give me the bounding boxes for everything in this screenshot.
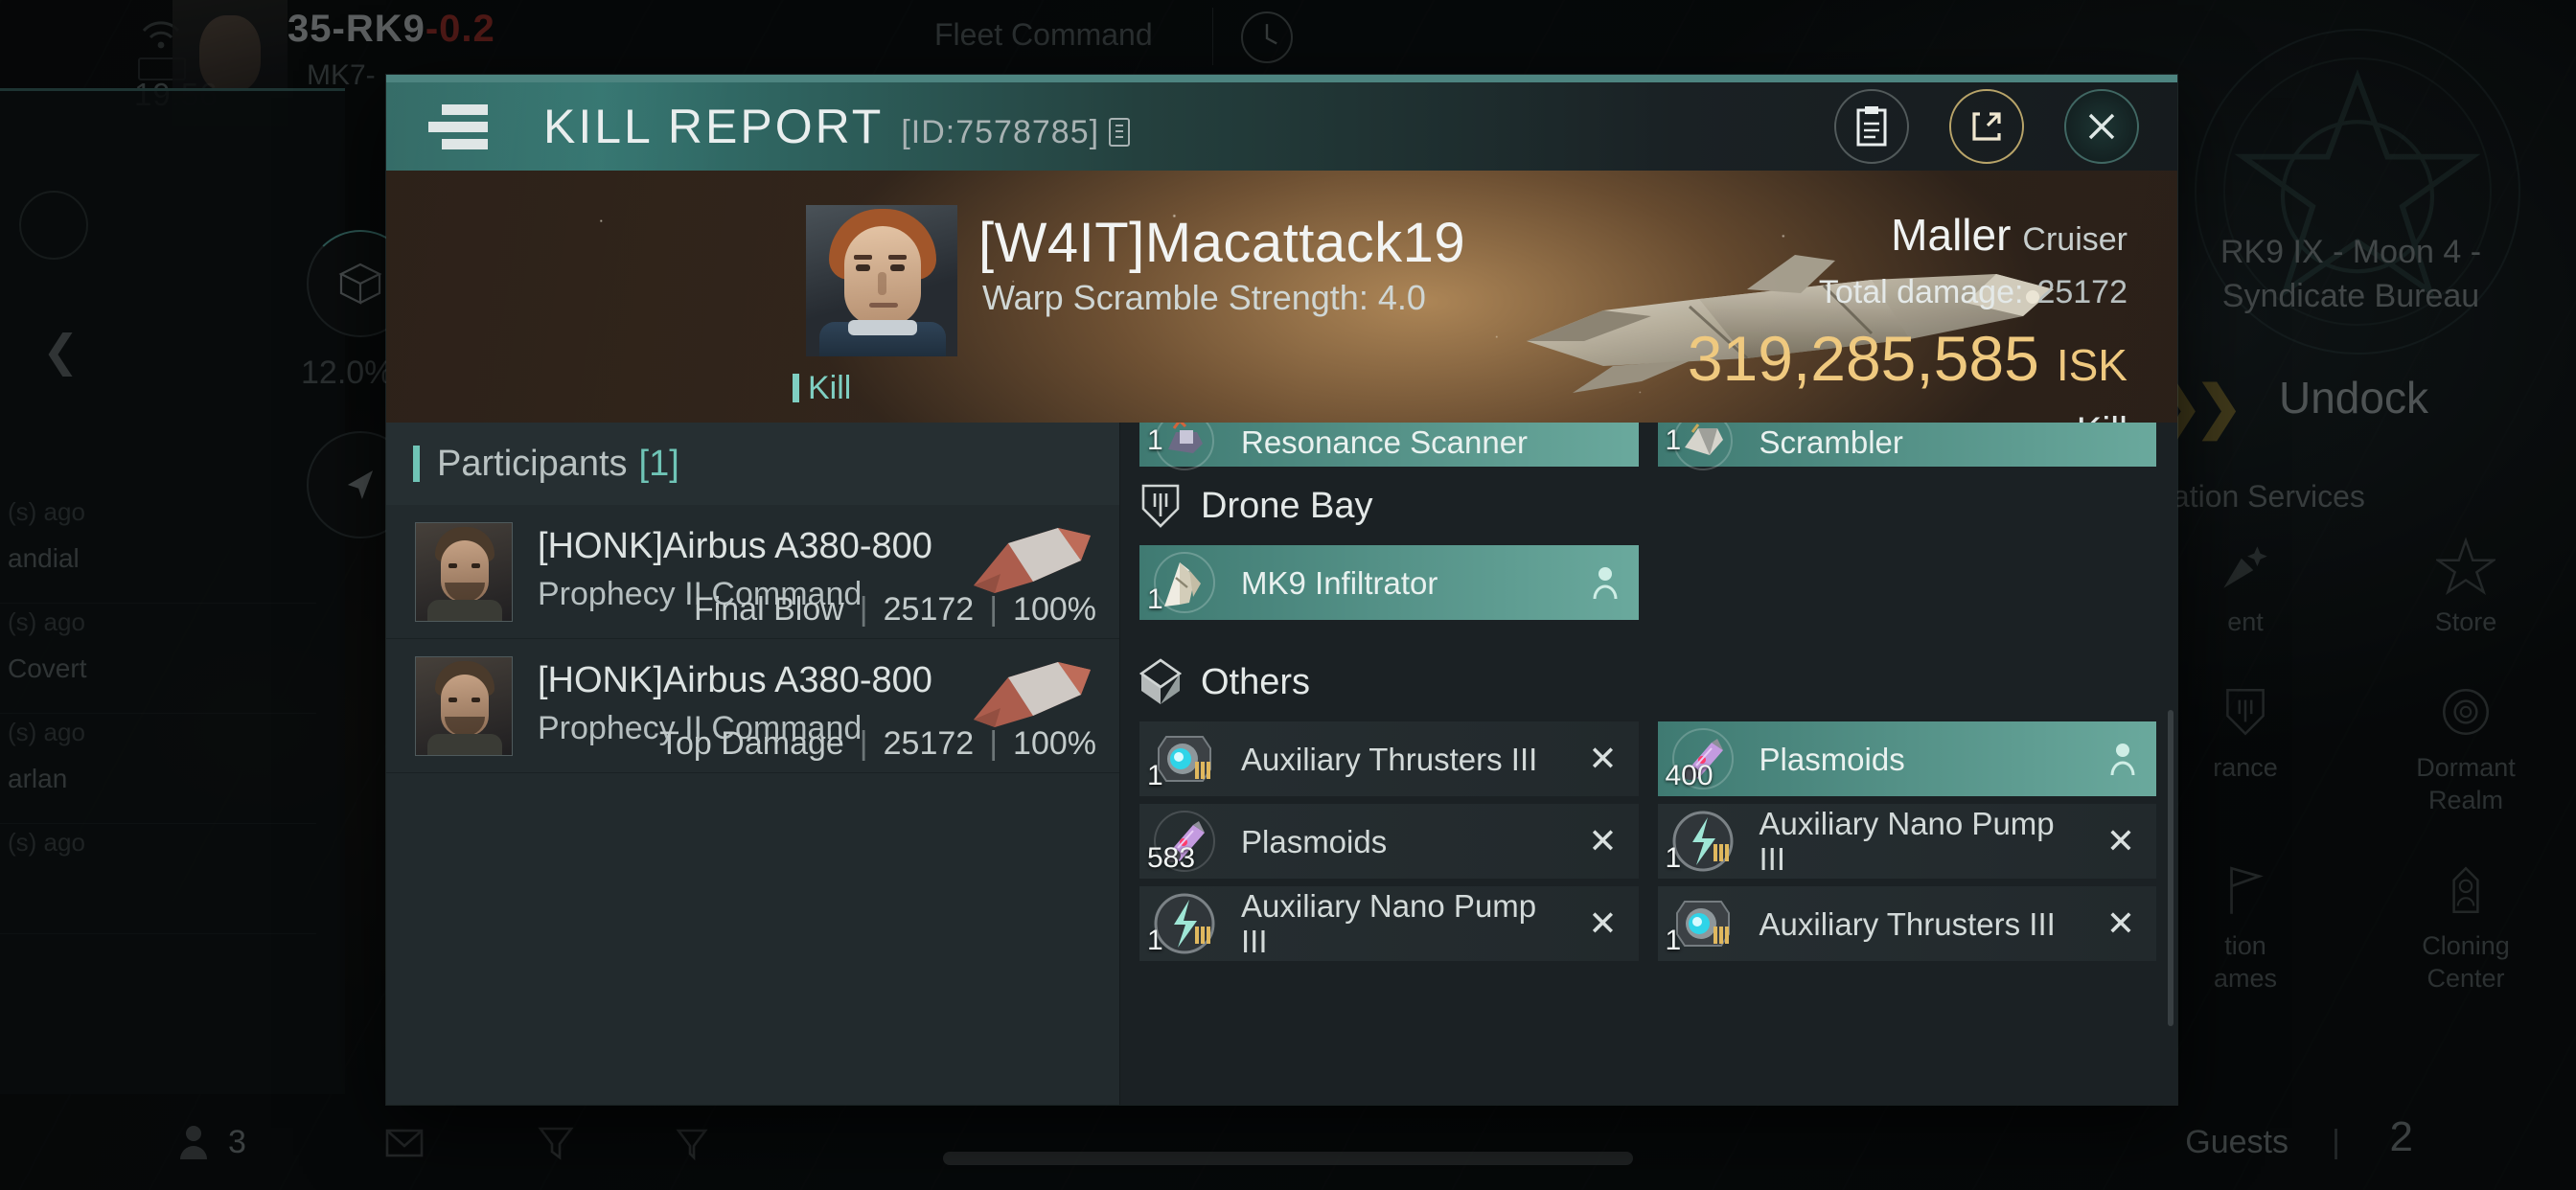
table-row[interactable]: [HONK]Airbus A380-800 Prophecy II Comman… xyxy=(386,505,1119,639)
avatar xyxy=(415,656,513,756)
list-item[interactable]: 400 Plasmoids xyxy=(1657,721,2156,796)
clipboard-button[interactable] xyxy=(1834,89,1909,164)
participant-damage: 25172 xyxy=(883,591,975,628)
remove-icon[interactable]: ✕ xyxy=(2106,904,2135,944)
list-item[interactable]: 583 Plasmoids ✕ xyxy=(1139,804,1639,879)
section-title: Drone Bay xyxy=(1201,485,1373,526)
fitting-top-row: 1 Resonance Scanner 1 Scrambler xyxy=(1120,423,2160,470)
accent-bar xyxy=(413,446,420,482)
section-header-drone-bay: Drone Bay xyxy=(1120,467,2160,545)
copy-icon[interactable] xyxy=(1109,118,1131,147)
participant-damage: 25172 xyxy=(883,725,975,762)
kill-result-label: Kill xyxy=(2077,410,2128,423)
participant-percent: 100% xyxy=(1013,591,1096,628)
remove-icon[interactable]: ✕ xyxy=(1588,904,1617,944)
modal-titlebar: KILL REPORT [ID:7578785] xyxy=(386,82,2177,171)
fitting-scroll-area[interactable]: 1 Resonance Scanner 1 Scrambler Drone Ba… xyxy=(1120,423,2177,1105)
participant-ship-icon xyxy=(974,528,1091,593)
item-quantity: 1 xyxy=(1665,925,1682,956)
drone-bay-icon xyxy=(1141,484,1180,528)
fitting-panel[interactable]: 1 Resonance Scanner 1 Scrambler Drone Ba… xyxy=(1120,423,2177,1105)
others-items: 1 Auxiliary Thrusters III ✕ 400 Plasmoid… xyxy=(1120,721,2160,961)
screen-root: 19:56 35-RK9-0.2 MK7- ❮ (s) agoandial (s… xyxy=(0,0,2576,1190)
remove-icon[interactable]: ✕ xyxy=(1588,821,1617,861)
item-name: Auxiliary Nano Pump III xyxy=(1759,806,2055,877)
list-item[interactable]: 1 Scrambler xyxy=(1657,423,2156,470)
list-item[interactable]: 1 MK9 Infiltrator xyxy=(1139,545,1639,620)
section-title: Others xyxy=(1201,661,1311,702)
item-quantity: 1 xyxy=(1147,584,1163,615)
modal-body: Participants [1] [HONK]Airbus A380-800 P… xyxy=(386,423,2177,1105)
list-item[interactable]: 1 Resonance Scanner xyxy=(1139,423,1639,470)
isk-value: 319,285,585 ISK xyxy=(1687,323,2128,394)
item-quantity: 1 xyxy=(1147,760,1163,791)
item-name: Plasmoids xyxy=(1759,741,1905,777)
person-icon[interactable] xyxy=(1593,566,1618,599)
participant-name: [HONK]Airbus A380-800 xyxy=(538,660,932,700)
ring-decor xyxy=(2064,89,2139,164)
item-quantity: 1 xyxy=(1147,424,1163,456)
participant-role: Final Blow xyxy=(693,591,844,628)
ring-decor xyxy=(1834,89,1909,164)
item-quantity: 1 xyxy=(1665,842,1682,874)
remove-icon[interactable]: ✕ xyxy=(2106,821,2135,861)
item-name: Auxiliary Nano Pump III xyxy=(1241,888,1537,959)
participants-panel: Participants [1] [HONK]Airbus A380-800 P… xyxy=(386,423,1120,1105)
participant-role: Top Damage xyxy=(659,725,844,762)
avatar xyxy=(415,522,513,622)
participant-name: [HONK]Airbus A380-800 xyxy=(538,526,932,566)
share-button[interactable] xyxy=(1949,89,2024,164)
item-quantity: 1 xyxy=(1665,424,1682,456)
item-name: Auxiliary Thrusters III xyxy=(1759,905,2056,942)
victim-name: [W4IT]Macattack19 xyxy=(978,212,1466,274)
list-item[interactable]: 1 Auxiliary Nano Pump III ✕ xyxy=(1657,804,2156,879)
item-quantity: 400 xyxy=(1665,760,1714,791)
list-item[interactable]: 1 Auxiliary Nano Pump III ✕ xyxy=(1139,886,1639,961)
ring-decor xyxy=(1949,89,2024,164)
modal-accent-line xyxy=(386,75,2177,82)
victim-avatar[interactable] xyxy=(806,205,957,356)
item-name: MK9 Infiltrator xyxy=(1241,564,1438,601)
participant-stats: Final Blow | 25172 | 100% xyxy=(693,591,1096,628)
total-damage: Total damage: 25172 xyxy=(1818,274,2128,310)
scrollbar[interactable] xyxy=(2168,710,2174,1026)
close-button[interactable] xyxy=(2064,89,2139,164)
list-item[interactable]: 1 Auxiliary Thrusters III ✕ xyxy=(1657,886,2156,961)
item-quantity: 583 xyxy=(1147,842,1196,874)
hamburger-icon[interactable] xyxy=(428,104,488,149)
item-name: Plasmoids xyxy=(1241,823,1388,859)
participants-title: Participants xyxy=(437,443,628,484)
participant-ship-icon xyxy=(974,662,1091,727)
participants-count: [1] xyxy=(638,443,679,484)
status-badge: Kill xyxy=(792,370,852,406)
others-cube-icon xyxy=(1139,658,1182,704)
participant-stats: Top Damage | 25172 | 100% xyxy=(659,725,1096,762)
table-row[interactable]: [HONK]Airbus A380-800 Prophecy II Comman… xyxy=(386,639,1119,773)
person-icon[interactable] xyxy=(2110,743,2135,775)
item-name: Resonance Scanner xyxy=(1241,424,1529,460)
participants-header: Participants [1] xyxy=(386,423,1119,505)
section-header-others: Others xyxy=(1120,643,2160,721)
victim-subtitle: Warp Scramble Strength: 4.0 xyxy=(982,278,1426,317)
titlebar-actions xyxy=(1834,89,2139,164)
victim-ship-name: Maller Cruiser xyxy=(1891,210,2128,260)
item-quantity: 1 xyxy=(1147,925,1163,956)
victim-banner: [W4IT]Macattack19 Warp Scramble Strength… xyxy=(386,171,2177,423)
list-item[interactable]: 1 Auxiliary Thrusters III ✕ xyxy=(1139,721,1639,796)
page-title: KILL REPORT [ID:7578785] xyxy=(543,99,1131,154)
drone-bay-items: 1 MK9 Infiltrator xyxy=(1120,545,2160,620)
kill-report-modal: KILL REPORT [ID:7578785] [W4IT]Macattack… xyxy=(386,75,2177,1105)
participant-percent: 100% xyxy=(1013,725,1096,762)
remove-icon[interactable]: ✕ xyxy=(1588,739,1617,779)
item-name: Scrambler xyxy=(1759,424,1903,460)
item-name: Auxiliary Thrusters III xyxy=(1241,741,1538,777)
